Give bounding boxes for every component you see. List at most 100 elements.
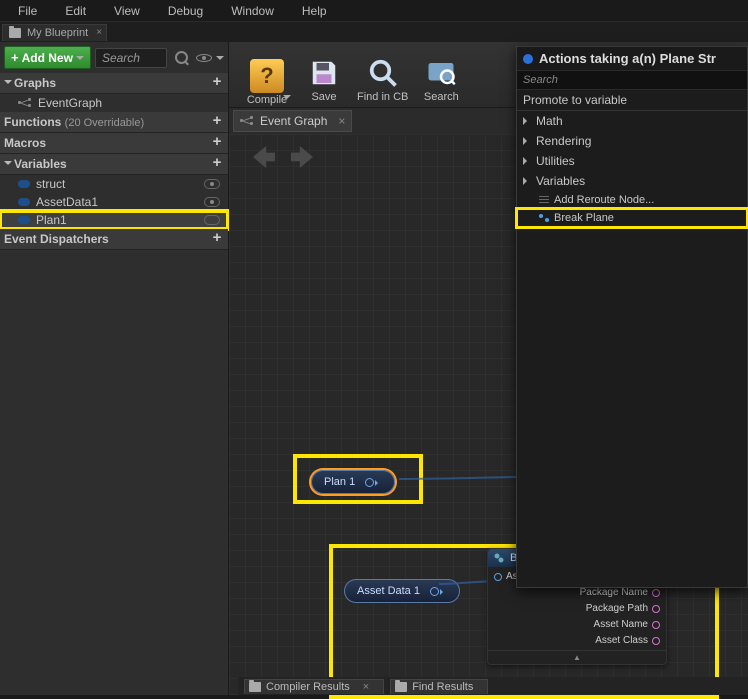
context-item-promote[interactable]: Promote to variable: [517, 90, 747, 110]
context-category-math[interactable]: Math: [517, 111, 747, 131]
toolbar-compile[interactable]: ? Compile: [237, 57, 297, 105]
find-in-cb-icon: [366, 56, 400, 90]
add-event-dispatcher-icon[interactable]: +: [210, 232, 224, 246]
add-new-button[interactable]: + Add New: [4, 46, 91, 69]
category-functions-label: Functions: [4, 115, 61, 129]
blueprint-icon: [9, 28, 21, 38]
compile-icon: ?: [250, 59, 284, 93]
variable-plan1-label: Plan1: [36, 213, 67, 227]
toolbar-search-icon: [424, 56, 458, 90]
assetdata1-pill-icon: [18, 198, 30, 206]
menu-help[interactable]: Help: [288, 2, 341, 20]
menu-debug[interactable]: Debug: [154, 2, 217, 20]
node-plan1[interactable]: Plan 1: [311, 470, 395, 494]
tab-compiler-results[interactable]: Compiler Results ×: [244, 679, 384, 694]
search-placeholder: Search: [102, 51, 140, 65]
variable-assetdata1-label: AssetData1: [36, 195, 98, 209]
context-menu-actions: Actions taking a(n) Plane Str Search Pro…: [516, 46, 748, 588]
visibility-toggle-icon[interactable]: [196, 54, 212, 62]
variable-struct[interactable]: struct: [0, 175, 228, 193]
context-category-variables[interactable]: Variables: [517, 171, 747, 191]
compiler-results-icon: [249, 682, 261, 692]
node-plan1-label: Plan 1: [324, 476, 355, 488]
pin-output-package-path[interactable]: Package Path: [586, 603, 660, 614]
menu-view[interactable]: View: [100, 2, 154, 20]
break-plane-icon: [539, 214, 549, 222]
toolbar-find-in-cb[interactable]: Find in CB: [351, 54, 414, 105]
category-macros-label: Macros: [4, 136, 46, 150]
pin-output-asset-class[interactable]: Asset Class: [595, 635, 660, 646]
plan1-visibility-icon[interactable]: [204, 215, 220, 225]
context-menu-title: Actions taking a(n) Plane Str: [539, 51, 716, 66]
tab-event-graph[interactable]: Event Graph ×: [233, 110, 352, 132]
category-event-dispatchers-label: Event Dispatchers: [4, 232, 109, 246]
tab-compiler-results-label: Compiler Results: [266, 681, 350, 693]
variable-assetdata1[interactable]: AssetData1: [0, 193, 228, 211]
compile-chevron-icon: [283, 95, 291, 103]
node-assetdata1[interactable]: Asset Data 1: [344, 579, 460, 603]
menu-window[interactable]: Window: [217, 2, 288, 20]
variable-plan1[interactable]: Plan1: [0, 211, 228, 229]
context-category-utilities[interactable]: Utilities: [517, 151, 747, 171]
menu-bar: File Edit View Debug Window Help: [0, 0, 748, 22]
blueprint-search-input[interactable]: Search: [95, 48, 167, 68]
tab-event-graph-close-icon[interactable]: ×: [338, 114, 345, 128]
eventgraph-label: EventGraph: [38, 96, 102, 110]
node-plan1-output-pin[interactable]: [365, 478, 374, 487]
toolbar-search[interactable]: Search: [416, 54, 466, 105]
reroute-icon: [539, 196, 549, 204]
search-icon[interactable]: [175, 51, 188, 64]
toolbar-save-label: Save: [311, 91, 336, 103]
add-macro-icon[interactable]: +: [210, 136, 224, 150]
add-new-label: Add New: [22, 51, 73, 65]
tab-close-icon[interactable]: ×: [96, 27, 102, 38]
node-assetdata1-output-pin[interactable]: [430, 587, 439, 596]
tab-my-blueprint-label: My Blueprint: [27, 27, 88, 39]
category-variables-label: Variables: [14, 157, 67, 171]
eventgraph-icon: [18, 98, 32, 108]
category-event-dispatchers[interactable]: Event Dispatchers +: [0, 229, 228, 250]
struct-visibility-icon[interactable]: [204, 179, 220, 189]
tab-event-graph-label: Event Graph: [260, 114, 327, 128]
nav-forward-icon[interactable]: [291, 146, 313, 168]
toolbar-search-label: Search: [424, 91, 459, 103]
context-item-add-reroute[interactable]: Add Reroute Node...: [517, 191, 747, 209]
assetdata1-visibility-icon[interactable]: [204, 197, 220, 207]
toolbar-save[interactable]: Save: [299, 54, 349, 105]
panel-tab-row: My Blueprint ×: [0, 22, 748, 42]
context-menu-search-input[interactable]: Search: [517, 70, 747, 90]
variable-struct-label: struct: [36, 177, 65, 191]
tab-find-results-label: Find Results: [412, 681, 473, 693]
graph-item-eventgraph[interactable]: EventGraph: [0, 94, 228, 112]
context-title-bullet-icon: [523, 54, 533, 64]
context-item-break-plane[interactable]: Break Plane: [517, 209, 747, 227]
category-macros[interactable]: Macros +: [0, 133, 228, 154]
add-graph-icon[interactable]: +: [210, 76, 224, 90]
tab-compiler-close-icon[interactable]: ×: [363, 681, 369, 693]
toolbar-compile-label: Compile: [247, 94, 287, 106]
category-functions[interactable]: Functions (20 Overridable) +: [0, 112, 228, 133]
add-function-icon[interactable]: +: [210, 115, 224, 129]
functions-overridable-count: (20 Overridable): [65, 117, 144, 129]
node-expand-icon[interactable]: ▲: [488, 650, 666, 664]
add-variable-icon[interactable]: +: [210, 157, 224, 171]
my-blueprint-panel: + Add New Search Graphs + EventGraph Fun…: [0, 42, 229, 695]
pin-output-package-name[interactable]: Package Name: [580, 587, 660, 598]
nav-back-icon[interactable]: [253, 146, 275, 168]
context-category-rendering[interactable]: Rendering: [517, 131, 747, 151]
tab-my-blueprint[interactable]: My Blueprint ×: [2, 24, 107, 41]
menu-edit[interactable]: Edit: [51, 2, 100, 20]
chevron-down-icon: [76, 56, 84, 64]
bottom-tab-row: Compiler Results × Find Results: [238, 677, 748, 695]
node-assetdata1-label: Asset Data 1: [357, 585, 420, 597]
break-node-icon: [494, 553, 504, 563]
category-graphs[interactable]: Graphs +: [0, 73, 228, 94]
event-graph-icon: [240, 116, 254, 126]
save-icon: [307, 56, 341, 90]
tab-find-results[interactable]: Find Results: [390, 679, 488, 694]
toolbar-find-in-cb-label: Find in CB: [357, 91, 408, 103]
category-variables[interactable]: Variables +: [0, 154, 228, 175]
pin-output-asset-name[interactable]: Asset Name: [594, 619, 660, 630]
category-graphs-label: Graphs: [14, 76, 56, 90]
menu-file[interactable]: File: [4, 2, 51, 20]
